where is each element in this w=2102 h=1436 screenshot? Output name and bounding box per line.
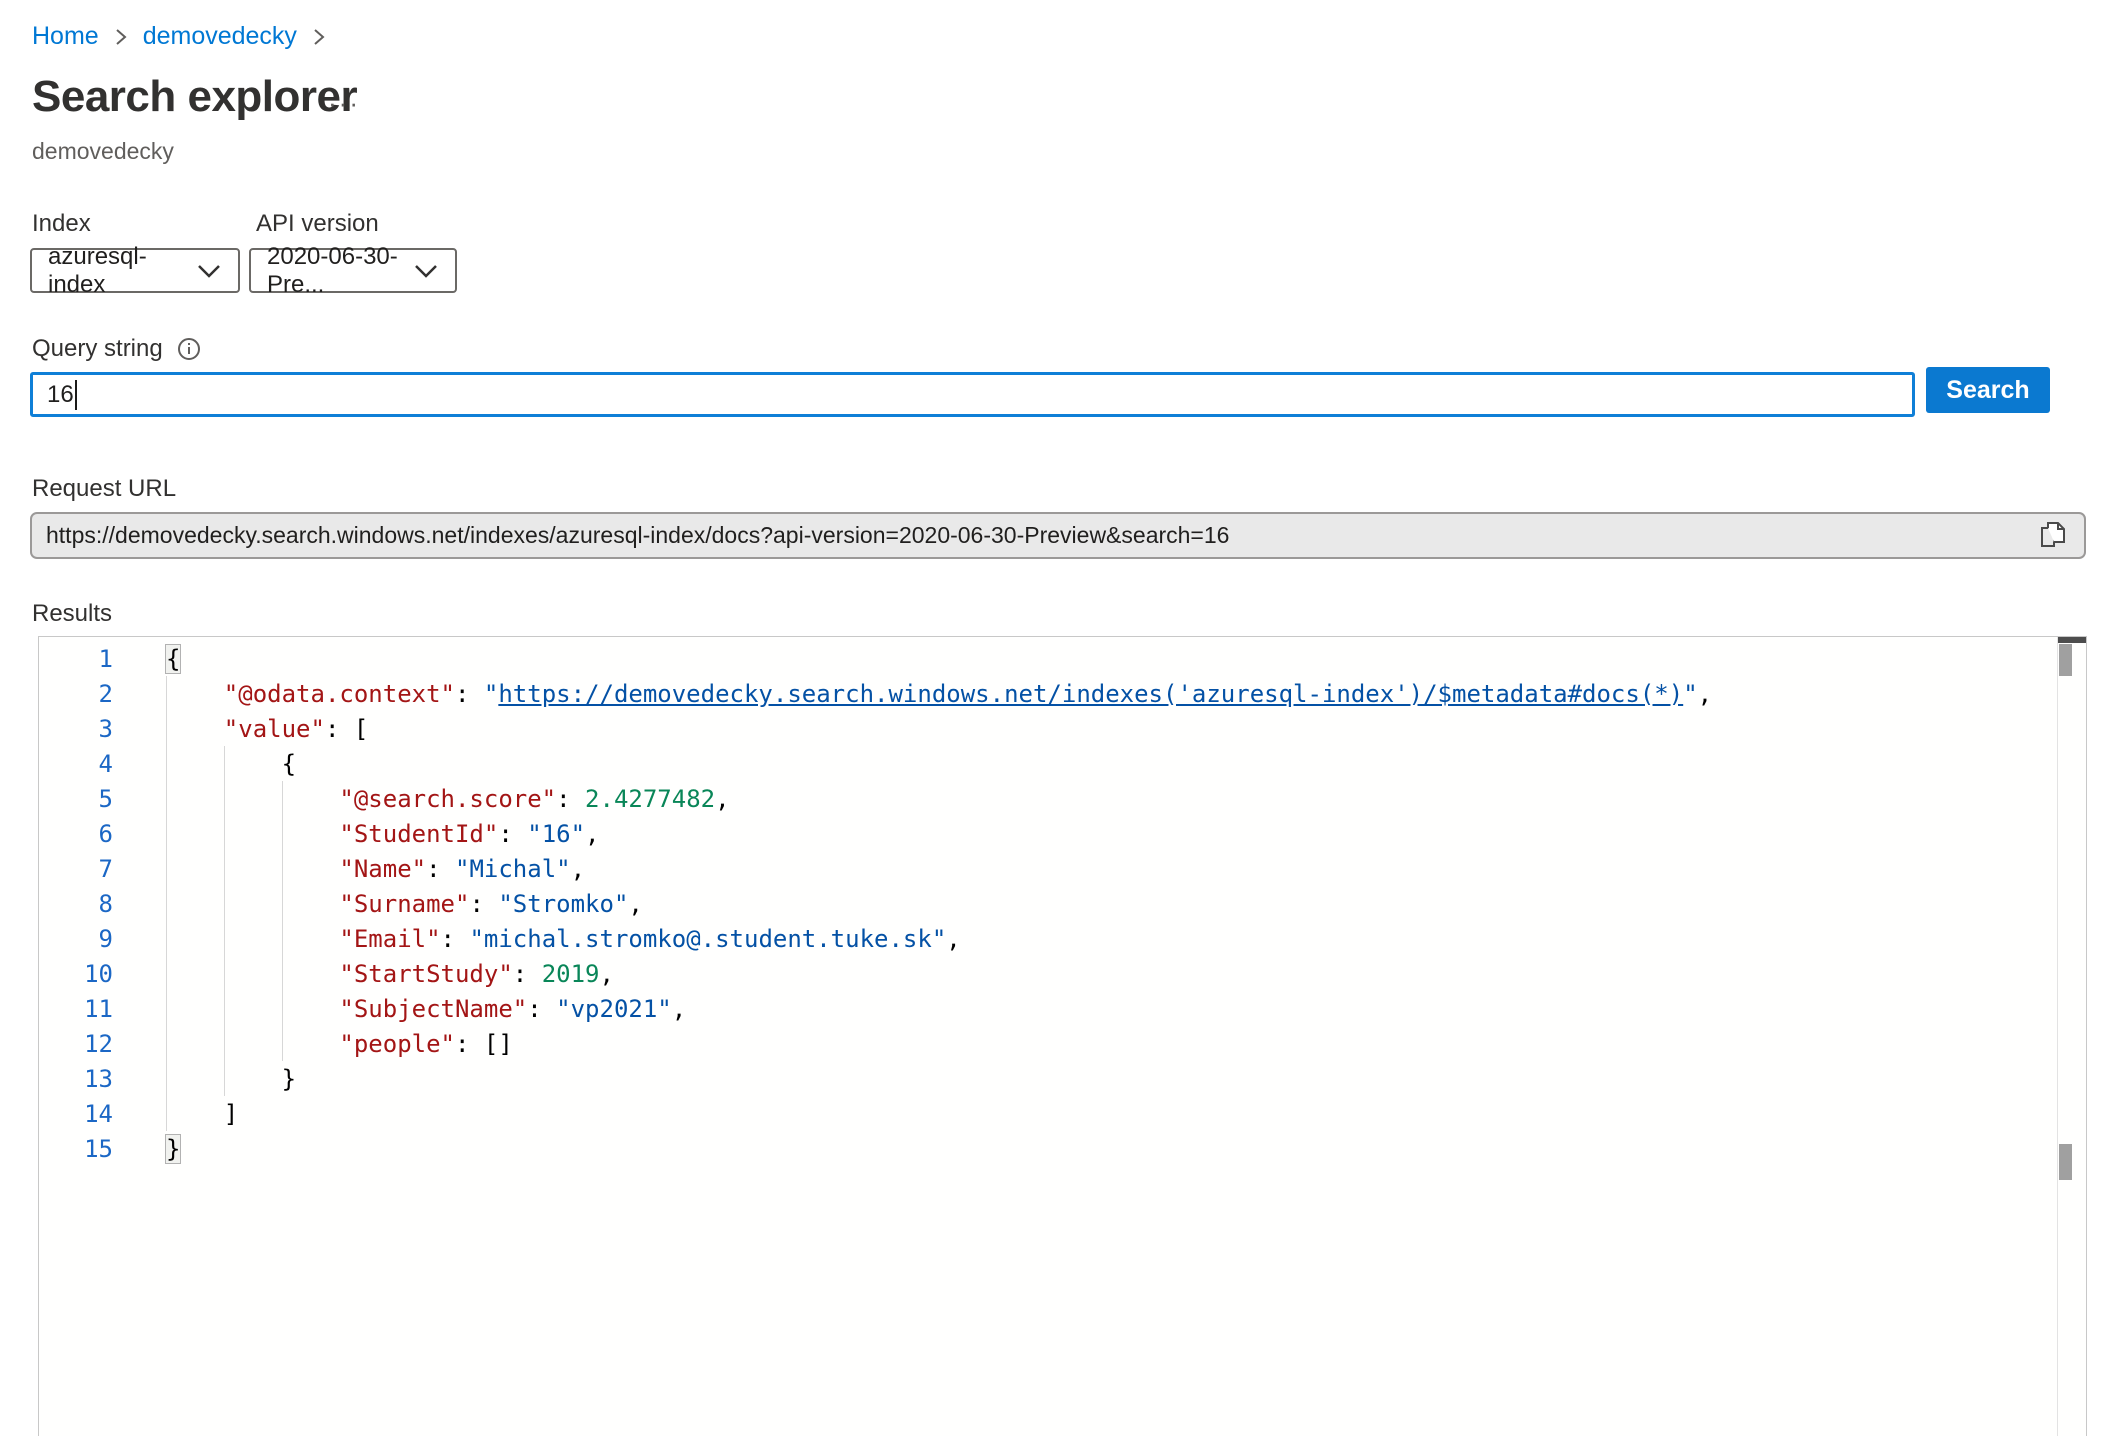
line-number[interactable]: 2 (39, 680, 166, 708)
code-line[interactable]: 11 "SubjectName": "vp2021", (39, 991, 2086, 1026)
code-lines: 1{2 "@odata.context": "https://demovedec… (39, 641, 2086, 1166)
results-editor[interactable]: 1{2 "@odata.context": "https://demovedec… (38, 636, 2087, 1436)
request-url-field: https://demovedecky.search.windows.net/i… (30, 512, 2086, 559)
line-number[interactable]: 14 (39, 1100, 166, 1128)
line-number[interactable]: 1 (39, 645, 166, 673)
breadcrumb-demovedecky-link[interactable]: demovedecky (143, 22, 297, 51)
code-text: "Name": "Michal", (166, 855, 585, 883)
api-version-dropdown-value: 2020-06-30-Pre... (267, 243, 413, 299)
breadcrumb-home-link[interactable]: Home (32, 22, 99, 51)
code-text: "SubjectName": "vp2021", (166, 995, 686, 1023)
code-line[interactable]: 15} (39, 1131, 2086, 1166)
text-cursor (75, 380, 77, 410)
code-line[interactable]: 2 "@odata.context": "https://demovedecky… (39, 676, 2086, 711)
json-url-link[interactable]: https://demovedecky.search.windows.net/i… (498, 680, 1683, 708)
line-number[interactable]: 4 (39, 750, 166, 778)
code-text: "people": [] (166, 1030, 513, 1058)
index-label: Index (32, 210, 91, 238)
page-subtitle: demovedecky (32, 138, 174, 165)
code-text: { (166, 750, 296, 778)
editor-scroll-shadow (2058, 637, 2086, 643)
line-number[interactable]: 3 (39, 715, 166, 743)
line-number[interactable]: 11 (39, 995, 166, 1023)
chevron-down-icon (413, 263, 439, 279)
code-line[interactable]: 6 "StudentId": "16", (39, 816, 2086, 851)
query-input-value: 16 (47, 381, 74, 409)
code-line[interactable]: 4 { (39, 746, 2086, 781)
code-line[interactable]: 5 "@search.score": 2.4277482, (39, 781, 2086, 816)
code-text: "Email": "michal.stromko@.student.tuke.s… (166, 925, 961, 953)
code-line[interactable]: 10 "StartStudy": 2019, (39, 956, 2086, 991)
index-dropdown[interactable]: azuresql-index (30, 248, 240, 293)
code-text: } (166, 1135, 180, 1163)
line-number[interactable]: 10 (39, 960, 166, 988)
code-text: { (166, 645, 180, 673)
code-line[interactable]: 7 "Name": "Michal", (39, 851, 2086, 886)
line-number[interactable]: 6 (39, 820, 166, 848)
code-line[interactable]: 8 "Surname": "Stromko", (39, 886, 2086, 921)
code-text: "@odata.context": "https://demovedecky.s… (166, 680, 1712, 708)
code-text: "Surname": "Stromko", (166, 890, 643, 918)
more-options-button[interactable]: ··· (328, 88, 360, 119)
code-line[interactable]: 14 ] (39, 1096, 2086, 1131)
code-line[interactable]: 9 "Email": "michal.stromko@.student.tuke… (39, 921, 2086, 956)
code-line[interactable]: 13 } (39, 1061, 2086, 1096)
request-url-value: https://demovedecky.search.windows.net/i… (46, 522, 2036, 549)
line-number[interactable]: 8 (39, 890, 166, 918)
line-number[interactable]: 12 (39, 1030, 166, 1058)
api-version-label: API version (256, 210, 379, 238)
code-text: ] (166, 1100, 238, 1128)
index-dropdown-value: azuresql-index (48, 243, 196, 299)
line-number[interactable]: 15 (39, 1135, 166, 1163)
query-input[interactable]: 16 (30, 372, 1915, 417)
code-text: "StartStudy": 2019, (166, 960, 614, 988)
code-line[interactable]: 12 "people": [] (39, 1026, 2086, 1061)
request-url-label: Request URL (32, 475, 176, 503)
query-string-label: Query string (32, 335, 163, 363)
page-title: Search explorer (32, 72, 357, 122)
chevron-right-icon (113, 25, 129, 49)
chevron-right-icon (311, 25, 327, 49)
editor-scrollbar-thumb[interactable] (2059, 1144, 2072, 1180)
results-label: Results (32, 600, 112, 628)
code-text: "StudentId": "16", (166, 820, 600, 848)
api-version-dropdown[interactable]: 2020-06-30-Pre... (249, 248, 457, 293)
code-line[interactable]: 1{ (39, 641, 2086, 676)
info-icon[interactable] (177, 337, 201, 361)
line-number[interactable]: 5 (39, 785, 166, 813)
search-button[interactable]: Search (1926, 367, 2050, 413)
line-number[interactable]: 7 (39, 855, 166, 883)
line-number[interactable]: 13 (39, 1065, 166, 1093)
editor-scrollbar-thumb[interactable] (2059, 644, 2072, 676)
code-line[interactable]: 3 "value": [ (39, 711, 2086, 746)
breadcrumb: Home demovedecky (32, 22, 327, 51)
copy-icon[interactable] (2036, 519, 2070, 553)
line-number[interactable]: 9 (39, 925, 166, 953)
chevron-down-icon (196, 263, 222, 279)
code-text: "value": [ (166, 715, 368, 743)
code-text: "@search.score": 2.4277482, (166, 785, 730, 813)
editor-scrollbar-track (2057, 637, 2058, 1436)
code-text: } (166, 1065, 296, 1093)
